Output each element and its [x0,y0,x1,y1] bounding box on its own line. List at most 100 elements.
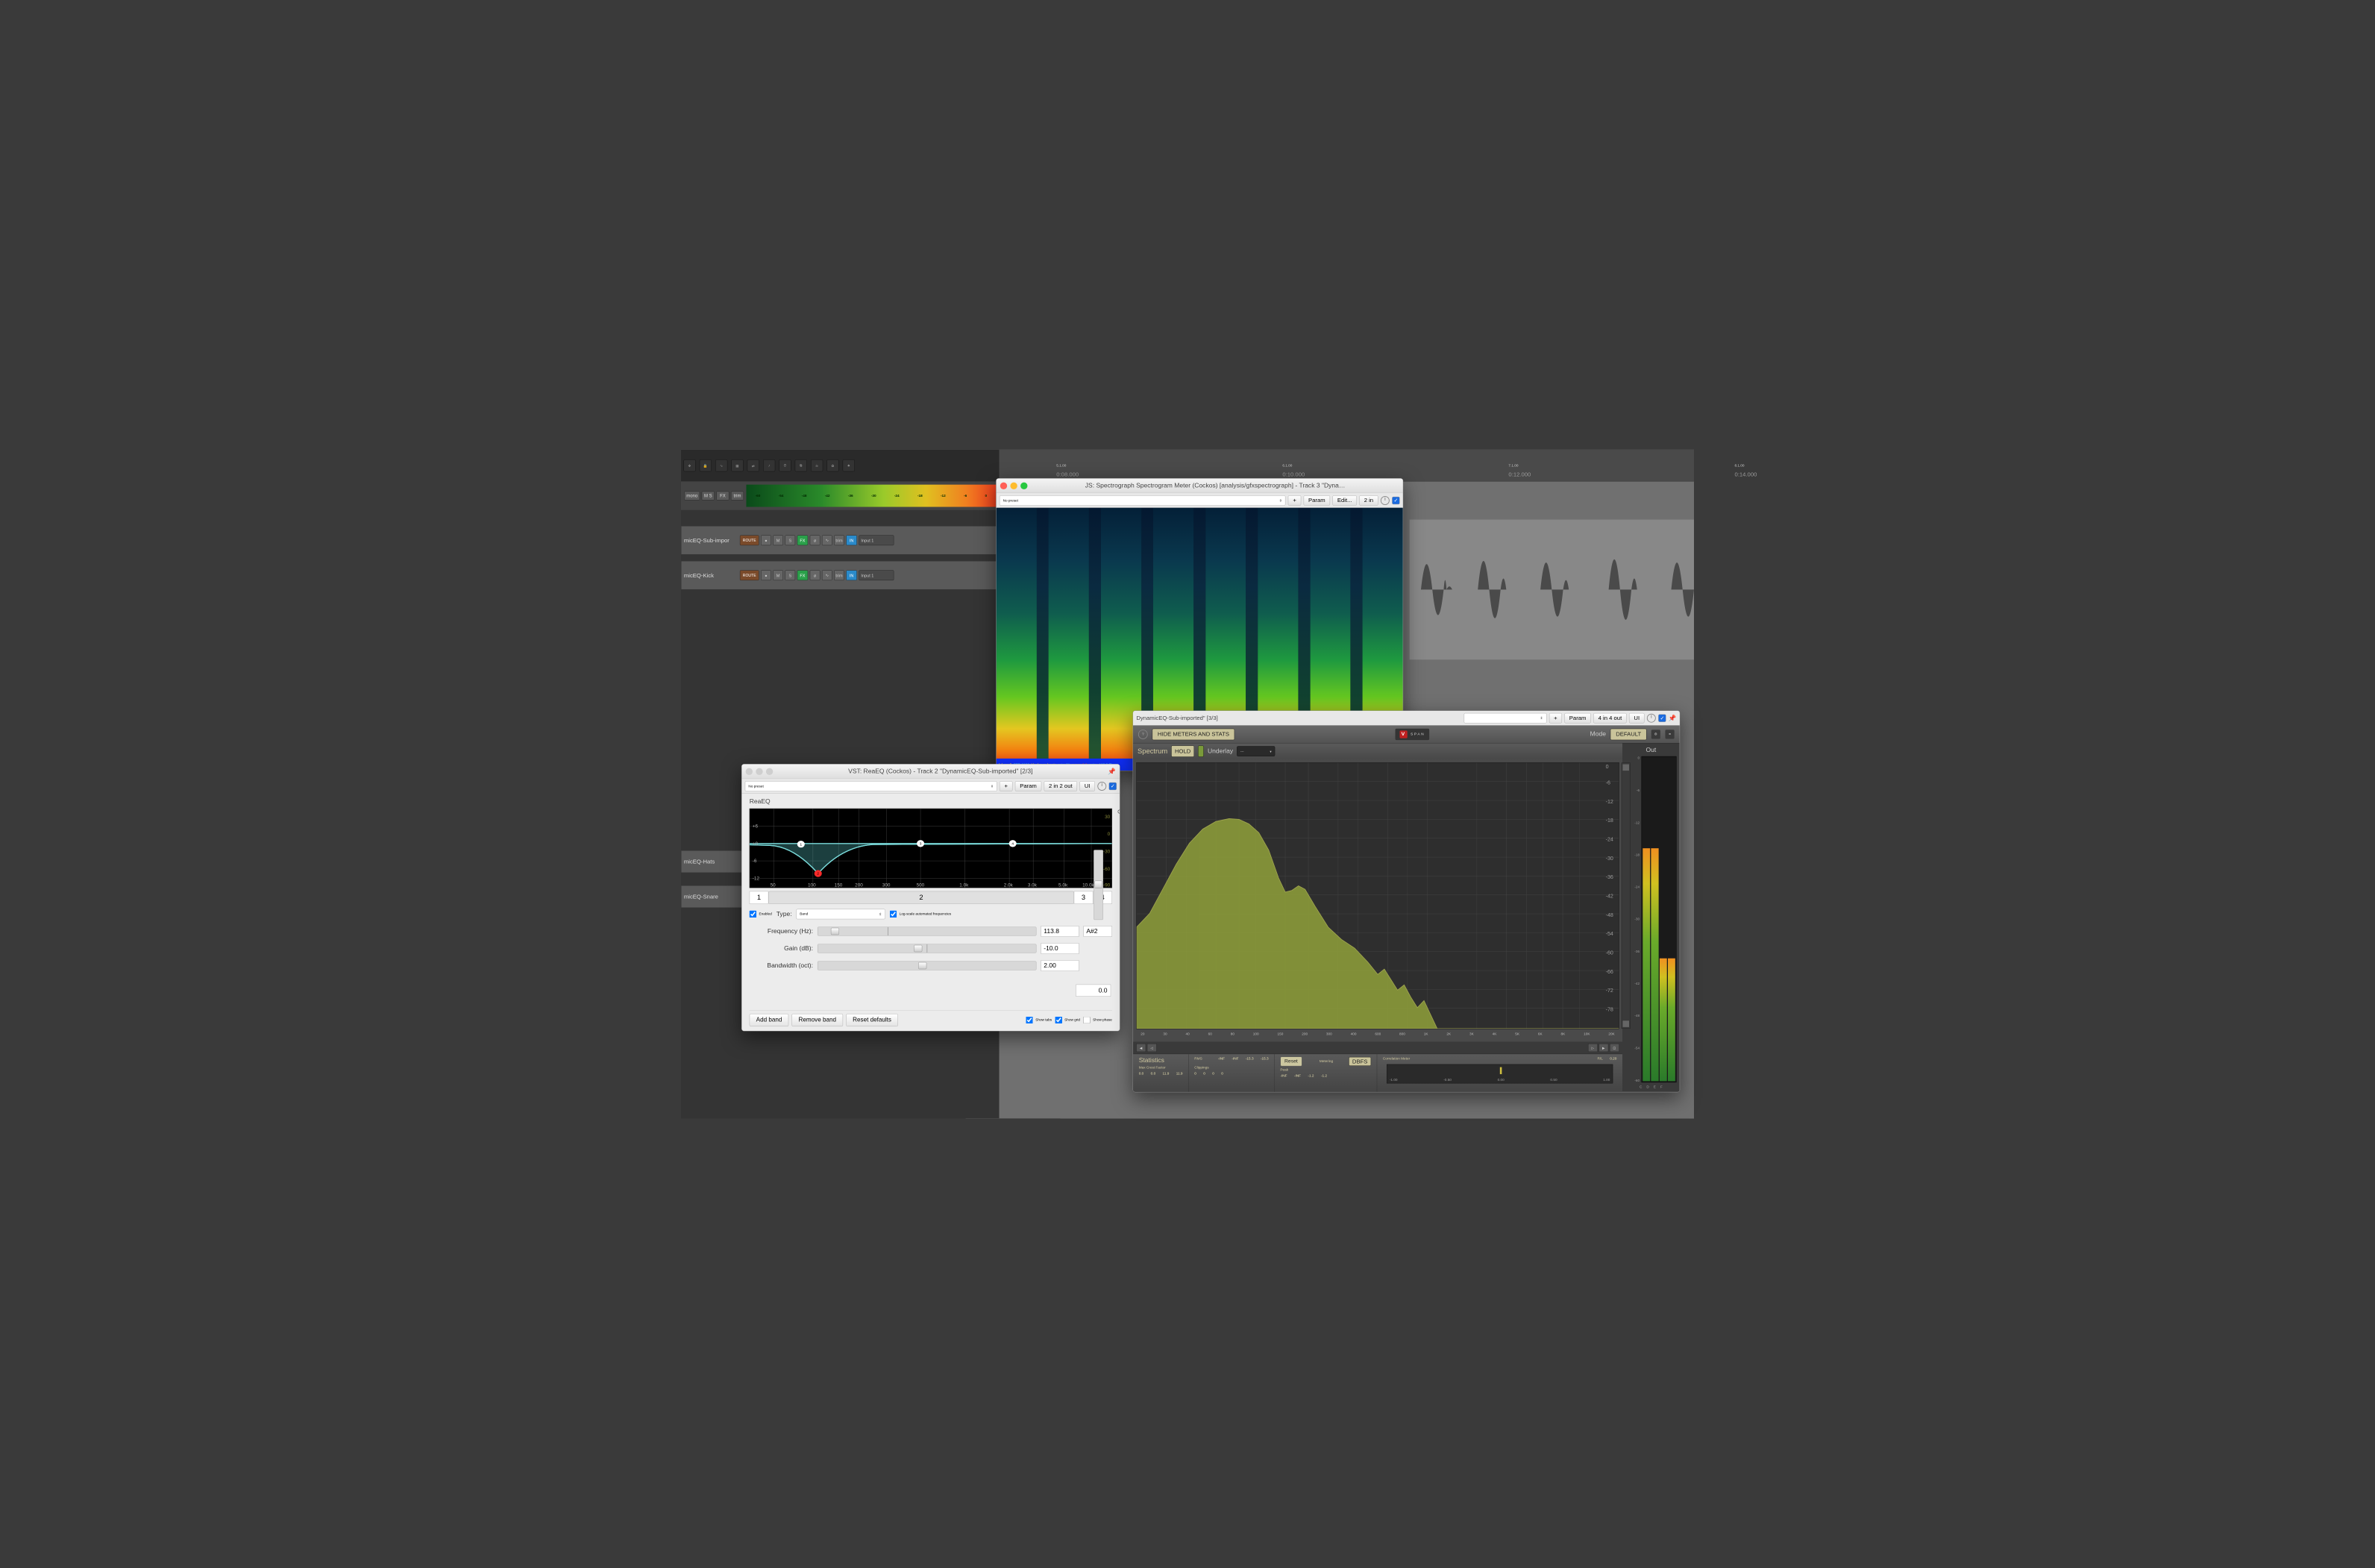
solo-button[interactable]: S [785,535,795,545]
band-tab-1[interactable]: 1 [750,891,769,904]
env-button[interactable]: ∿ [822,535,832,545]
close-icon[interactable] [1000,482,1007,489]
ui-button[interactable]: UI [1079,781,1094,791]
route-button[interactable]: ROUTE [740,535,759,545]
gear-icon[interactable]: ⚙ [1651,730,1660,739]
question-icon[interactable]: ? [1138,730,1148,739]
wet-knob[interactable] [1647,714,1656,723]
preset-select[interactable]: ⇳ [1463,713,1546,724]
tool-ripple-icon[interactable]: ⇄ [747,460,759,471]
mono-button[interactable]: mono [684,492,700,501]
track-name[interactable]: micEQ-Snare [684,894,738,900]
preset-select[interactable]: No preset⇳ [1000,495,1286,506]
bandwidth-value[interactable]: 2.00 [1041,960,1079,971]
type-select[interactable]: Band⇳ [797,909,885,920]
record-arm-button[interactable]: ● [761,570,771,580]
frequency-note[interactable]: A#2 [1084,926,1112,937]
enabled-checkbox[interactable]: Enabled [750,911,772,918]
nav-last-button[interactable]: ▶ [1599,1044,1608,1052]
hold-button[interactable]: HOLD [1171,745,1194,756]
window-titlebar[interactable]: JS: Spectrograph Spectrogram Meter (Cock… [997,479,1403,494]
fx-button[interactable]: FX [797,570,809,580]
zoom-icon[interactable] [1020,482,1027,489]
pin-icon[interactable]: 📌 [1108,768,1116,776]
mute-button[interactable]: M [773,535,783,545]
nav-prev-button[interactable]: ◁ [1147,1044,1157,1052]
audio-clip[interactable] [1410,520,1694,660]
eq-band-node-3[interactable]: 3 [917,840,924,847]
timeline-ruler[interactable]: 5.1.000:08.000 6.1.000:10.000 7.1.000:12… [1000,450,1694,482]
minimize-icon[interactable] [756,768,762,774]
tool-envelope-icon[interactable]: ∿ [715,460,727,471]
nav-first-button[interactable]: ◀ [1136,1044,1146,1052]
route-button[interactable]: ROUTE [740,570,759,580]
param-button[interactable]: Param [1304,495,1330,506]
add-band-button[interactable]: Add band [750,1014,789,1026]
band-tab-2[interactable]: 2 [768,891,1073,904]
track-name[interactable]: micEQ-Kick [684,572,738,579]
minimize-icon[interactable] [1010,482,1017,489]
tool-pointer[interactable]: ✥ [683,460,695,471]
underlay-select[interactable]: ---▾ [1237,746,1275,756]
frequency-slider[interactable] [818,926,1036,935]
param-button[interactable]: Param [1564,713,1590,724]
trim-button[interactable]: trim [834,570,844,580]
monitor-button[interactable]: IN [846,535,857,545]
input-select[interactable]: Input 1 [859,535,894,545]
eq-band-node-2[interactable]: 2 [815,870,822,876]
eq-band-node-4[interactable]: 4 [1009,840,1017,847]
track-name[interactable]: micEQ-Sub-impor [684,537,738,544]
output-gain-slider[interactable] [1094,850,1103,920]
mute-button[interactable]: M [773,570,783,580]
bypass-checkbox[interactable]: ✓ [1658,714,1666,721]
tool-metronome-icon[interactable]: ⏱ [779,460,791,471]
show-phase-checkbox[interactable]: Show phase [1083,1017,1112,1023]
span-window[interactable]: DynamicEQ-Sub-imported" [3/3] ⇳ + Param … [1133,710,1681,1092]
track-name[interactable]: micEQ-Hats [684,859,738,865]
input-select[interactable]: Input 1 [859,570,894,580]
eq-curve-display[interactable]: 1 2 3 4 +6+0-6-12 501001502003005001.0k2… [750,809,1112,888]
gain-slider[interactable] [818,944,1036,953]
remove-band-button[interactable]: Remove band [792,1014,843,1026]
master-fx-button[interactable]: FX [716,492,729,501]
tool-lock-icon[interactable]: 🔒 [700,460,712,471]
trim-button[interactable]: trim [834,535,844,545]
gain-value[interactable]: -10.0 [1041,943,1079,954]
menu-icon[interactable]: ≡ [1665,730,1675,739]
nav-next-button[interactable]: ▷ [1588,1044,1598,1052]
phase-button[interactable]: ø [810,570,821,580]
reset-defaults-button[interactable]: Reset defaults [846,1014,898,1026]
hide-meters-button[interactable]: HIDE METERS AND STATS [1152,729,1235,740]
trim-button[interactable]: trim [731,492,744,501]
zoom-icon[interactable] [766,768,773,774]
show-tabs-checkbox[interactable]: Show tabs [1026,1017,1052,1023]
close-icon[interactable] [746,768,753,774]
output-gain-readout[interactable]: 0.0 [1076,985,1111,997]
frequency-value[interactable]: 113.8 [1041,926,1079,937]
tool-grid-icon[interactable]: ▦ [731,460,743,471]
show-grid-checkbox[interactable]: Show grid [1055,1017,1080,1023]
add-preset-button[interactable]: + [1000,781,1012,791]
ms-button[interactable]: M S [702,492,715,501]
bypass-checkbox[interactable]: ✓ [1392,497,1399,504]
tool-misc-3[interactable]: ♣ [843,460,855,471]
io-button[interactable]: 2 in [1359,495,1378,506]
bandwidth-slider[interactable] [818,962,1036,970]
wet-knob[interactable] [1381,496,1390,505]
track-row[interactable]: micEQ-Kick ROUTE ● M S FX ø ∿ trim IN In… [681,561,999,589]
edit-button[interactable]: Edit... [1332,495,1356,506]
nav-reset-button[interactable]: ⊡ [1610,1044,1619,1052]
io-button[interactable]: 4 in 4 out [1593,713,1626,724]
tool-note-icon[interactable]: ♪ [763,460,775,471]
io-button[interactable]: 2 in 2 out [1044,781,1077,791]
preset-select[interactable]: No preset⇳ [745,781,997,791]
ui-button[interactable]: UI [1629,713,1644,724]
pin-icon[interactable]: 📌 [1669,714,1677,722]
bypass-checkbox[interactable]: ✓ [1109,783,1117,790]
record-arm-button[interactable]: ● [761,535,771,545]
spectrum-display[interactable]: 0-6-12-18-24-30-36-42-48-54-60-66-72-78 [1136,762,1619,1029]
reaeq-window[interactable]: VST: ReaEQ (Cockos) - Track 2 "DynamicEQ… [741,764,1120,1031]
track-row[interactable]: micEQ-Sub-impor ROUTE ● M S FX ø ∿ trim … [681,526,999,554]
reset-stats-button[interactable]: Reset [1280,1057,1302,1067]
hold-color-swatch[interactable] [1198,745,1204,756]
